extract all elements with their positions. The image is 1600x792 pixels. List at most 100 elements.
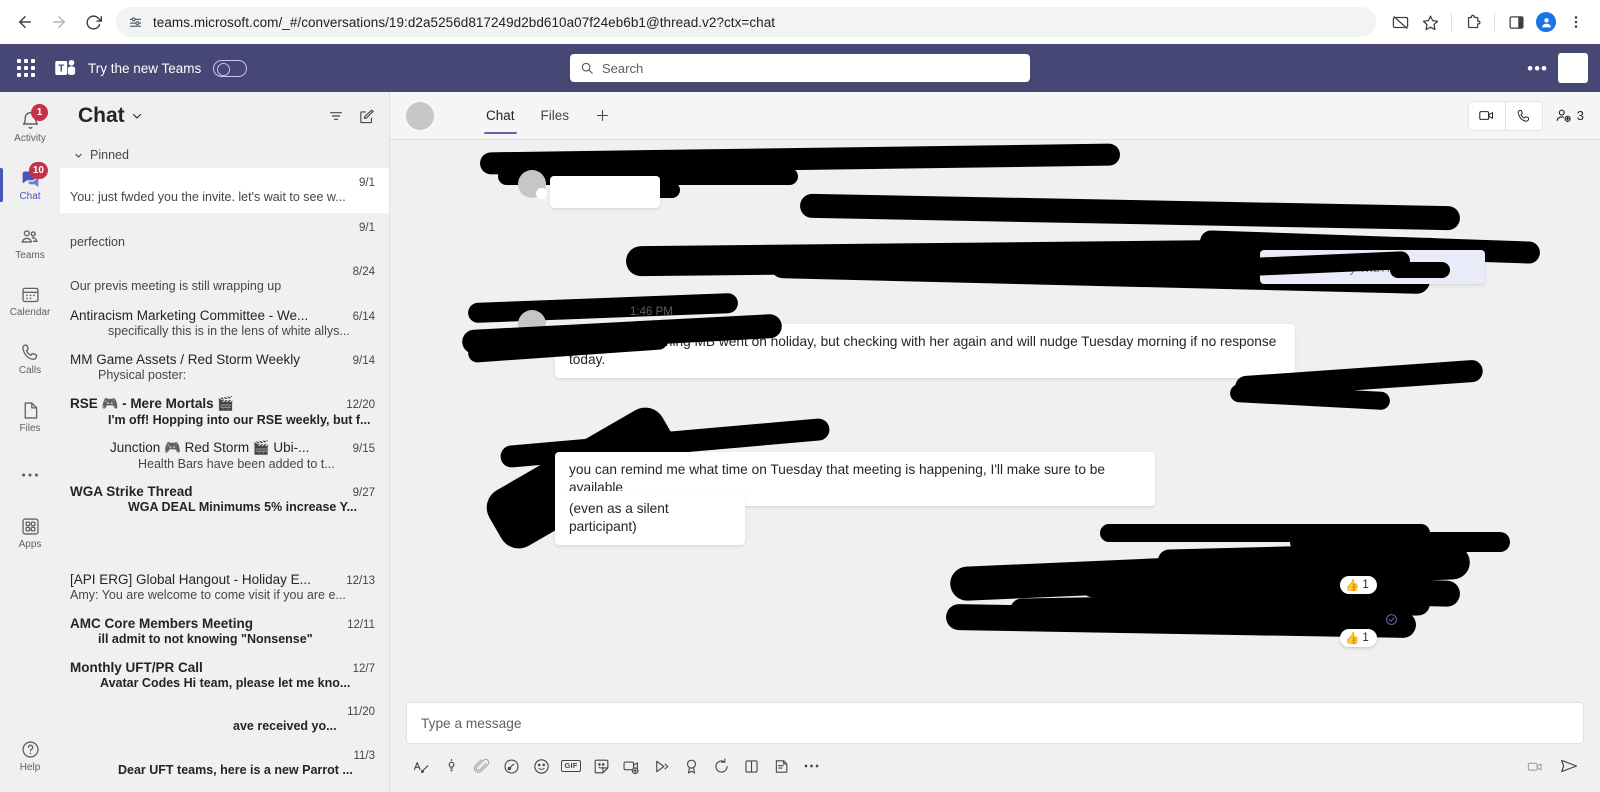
list-item[interactable]: Junction 🎮 Red Storm 🎬 Ubi-... 9/15 Healt… xyxy=(60,433,389,477)
chat-date: 9/1 xyxy=(359,177,375,189)
chat-date: 9/1 xyxy=(359,221,375,234)
tab-chat[interactable]: Chat xyxy=(484,92,517,140)
list-item[interactable] xyxy=(60,521,389,565)
message-input-box[interactable]: Type a message xyxy=(406,702,1584,744)
redaction-block xyxy=(1390,262,1450,278)
app-rail: Activity 1 Chat 10 Teams Calendar Calls … xyxy=(0,92,60,792)
chat-date: 12/13 xyxy=(346,575,375,587)
cast-icon[interactable] xyxy=(1386,8,1414,36)
chrome-menu-icon[interactable] xyxy=(1562,8,1590,36)
list-item[interactable]: 9/1 You: just fwded you the invite. let'… xyxy=(60,168,389,213)
chat-date: 11/3 xyxy=(353,749,375,762)
chat-preview: WGA DEAL Minimums 5% increase Y... xyxy=(128,500,358,514)
sidebar-item-chat[interactable]: Chat 10 xyxy=(0,156,60,214)
sidebar-item-calls[interactable]: Calls xyxy=(0,330,60,388)
reaction-badge[interactable]: 👍 1 xyxy=(1340,629,1377,647)
approvals-icon[interactable] xyxy=(736,751,766,781)
send-icon[interactable] xyxy=(1554,751,1584,781)
sidebar-item-more[interactable] xyxy=(0,446,60,504)
sidebar-item-apps[interactable]: Apps xyxy=(0,504,60,562)
chat-name: Junction 🎮 Red Storm 🎬 Ubi-... xyxy=(110,439,310,455)
list-item[interactable]: 8/24 Our previs meeting is still wrappin… xyxy=(60,257,389,301)
profile-avatar[interactable] xyxy=(1532,8,1560,36)
message-bubble[interactable] xyxy=(550,176,660,208)
compose-icon[interactable] xyxy=(358,108,375,125)
attach-icon[interactable] xyxy=(466,751,496,781)
chat-date: 6/14 xyxy=(352,311,375,323)
sidebar-item-teams[interactable]: Teams xyxy=(0,214,60,272)
sidebar-item-files[interactable]: Files xyxy=(0,388,60,446)
chat-date: 12/20 xyxy=(346,398,375,411)
list-item[interactable]: Antiracism Marketing Committee - We... 6/… xyxy=(60,301,389,345)
address-bar[interactable]: teams.microsoft.com/_#/conversations/19:… xyxy=(116,7,1376,37)
format-icon[interactable] xyxy=(406,751,436,781)
sidebar-item-help[interactable]: Help xyxy=(0,734,60,792)
chat-list-scroll[interactable]: 9/1 You: just fwded you the invite. let'… xyxy=(60,168,389,792)
filter-icon[interactable] xyxy=(328,108,344,124)
sidebar-item-label: Calls xyxy=(18,365,42,376)
teams-account-avatar[interactable] xyxy=(1558,53,1588,83)
sidebar-item-calendar[interactable]: Calendar xyxy=(0,272,60,330)
chevron-down-icon[interactable] xyxy=(131,110,143,122)
chat-preview: specifically this is in the lens of whit… xyxy=(108,324,350,338)
reaction-count: 1 xyxy=(1362,632,1369,644)
chat-name: Antiracism Marketing Committee - We... xyxy=(70,308,309,323)
list-item[interactable]: AMC Core Members Meeting 12/11 ill admit … xyxy=(60,609,389,653)
people-count-button[interactable]: 3 xyxy=(1555,107,1584,125)
emoji-icon[interactable] xyxy=(526,751,556,781)
site-info-icon[interactable] xyxy=(128,15,143,30)
sidebar-item-label: Apps xyxy=(18,539,42,550)
list-item[interactable]: RSE 🎮 - Mere Mortals 🎬 12/20 I'm off! Hop… xyxy=(60,389,389,433)
message-input[interactable]: Type a message xyxy=(421,716,521,731)
tab-files[interactable]: Files xyxy=(541,92,570,140)
extensions-icon[interactable] xyxy=(1459,8,1487,36)
section-label: Pinned xyxy=(90,148,129,162)
browser-reload-button[interactable] xyxy=(78,7,108,37)
list-item[interactable]: 9/1 perfection xyxy=(60,213,389,257)
forms-icon[interactable] xyxy=(766,751,796,781)
chat-name: WGA Strike Thread xyxy=(70,484,193,499)
file-icon xyxy=(20,400,41,421)
praise-icon[interactable] xyxy=(676,751,706,781)
sidebar-item-label: Activity xyxy=(14,133,46,144)
browser-forward-button[interactable] xyxy=(44,7,74,37)
more-options-icon[interactable] xyxy=(796,751,826,781)
list-item[interactable]: 11/20 ave received yo... xyxy=(60,697,389,741)
composer-send-area xyxy=(1520,751,1584,781)
add-tab-button[interactable] xyxy=(595,92,610,140)
search-bar[interactable]: Search xyxy=(570,54,1030,82)
sidebar-item-activity[interactable]: Activity 1 xyxy=(0,98,60,156)
divider xyxy=(1494,13,1495,31)
teams-more-icon[interactable]: ••• xyxy=(1527,60,1548,77)
browser-back-button[interactable] xyxy=(10,7,40,37)
try-new-teams-toggle[interactable] xyxy=(213,59,248,77)
app-launcher-icon[interactable] xyxy=(12,54,40,82)
side-panel-icon[interactable] xyxy=(1502,8,1530,36)
list-item[interactable]: 11/3 Dear UFT teams, here is a new Parro… xyxy=(60,741,389,785)
chat-list-section-pinned[interactable]: Pinned xyxy=(60,140,389,168)
chat-preview: Amy: You are welcome to come visit if yo… xyxy=(70,588,346,602)
list-item[interactable]: WGA Strike Thread 9/27 WGA DEAL Minimums … xyxy=(60,477,389,521)
loop-icon[interactable] xyxy=(496,751,526,781)
bookmark-star-icon[interactable] xyxy=(1416,8,1444,36)
chat-name: [API ERG] Global Hangout - Holiday E... xyxy=(70,572,311,587)
list-item[interactable]: MM Game Assets / Red Storm Weekly 9/14 Ph… xyxy=(60,345,389,389)
list-item[interactable]: [API ERG] Global Hangout - Holiday E... 1… xyxy=(60,565,389,609)
video-call-button[interactable] xyxy=(1469,102,1505,130)
message-list[interactable]: ...on Tuesday with Am 1:46 PM yesterday … xyxy=(390,140,1600,702)
stream-icon[interactable] xyxy=(646,751,676,781)
gif-icon[interactable]: GIF xyxy=(556,751,586,781)
list-item[interactable]: Monthly UFT/PR Call 12/7 Avatar Codes Hi … xyxy=(60,653,389,697)
message-bubble[interactable]: (even as a silent participant) xyxy=(555,491,745,545)
audio-call-button[interactable] xyxy=(1506,102,1542,130)
meet-now-icon[interactable] xyxy=(616,751,646,781)
teams-header-actions: ••• xyxy=(1527,53,1588,83)
video-clip-icon[interactable] xyxy=(1520,751,1550,781)
search-input[interactable]: Search xyxy=(602,61,643,76)
loop-refresh-icon[interactable] xyxy=(706,751,736,781)
composer-toolbar: GIF xyxy=(406,744,1584,784)
sidebar-item-label: Calendar xyxy=(9,307,51,318)
priority-icon[interactable] xyxy=(436,751,466,781)
reaction-badge[interactable]: 👍 1 xyxy=(1340,576,1377,594)
sticker-icon[interactable] xyxy=(586,751,616,781)
